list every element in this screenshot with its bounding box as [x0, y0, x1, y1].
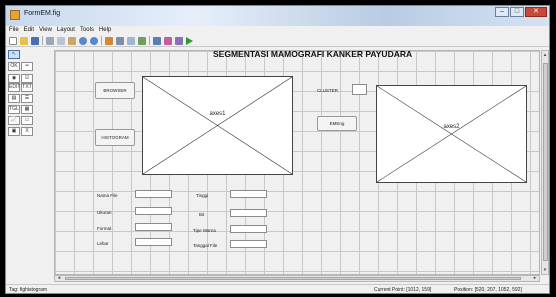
title-bar: FormEM.fig – □ ✕	[6, 6, 549, 26]
toggle-button-icon[interactable]: TGL	[8, 105, 20, 114]
tipe-warna-field[interactable]	[230, 225, 267, 233]
bit-label: Bit	[199, 212, 205, 217]
axes1-label: axes1	[209, 111, 226, 117]
menu-file[interactable]: File	[9, 26, 19, 35]
status-current-point: Current Point: [1012, 159]	[374, 287, 432, 293]
axes1: axes1	[142, 76, 293, 175]
format-field[interactable]	[135, 223, 172, 231]
window-controls: – □ ✕	[495, 7, 547, 17]
close-button[interactable]: ✕	[525, 7, 547, 17]
emeng-button[interactable]: EMEng	[317, 116, 357, 131]
guide-window: FormEM.fig – □ ✕ File Edit View Layout T…	[5, 5, 550, 294]
horizontal-scrollbar[interactable]: ◂ ▸	[54, 275, 540, 282]
open-folder-icon[interactable]	[20, 36, 28, 45]
vertical-scrollbar[interactable]: ▴ ▾	[541, 50, 549, 275]
cluster-input[interactable]	[352, 84, 367, 95]
push-button-icon[interactable]: OK	[8, 62, 20, 71]
cluster-label: CLUSTER	[317, 88, 339, 93]
menu-view[interactable]: View	[39, 26, 52, 35]
ukuran-label: Ukuran	[97, 210, 112, 215]
axes2-placeholder	[377, 86, 526, 182]
mfile-editor-icon[interactable]	[153, 36, 161, 45]
edit-text-icon[interactable]: EDIT	[8, 83, 20, 92]
toolbar-separator	[149, 36, 150, 45]
copy-icon[interactable]	[57, 36, 65, 45]
button-group-icon[interactable]: ▣	[8, 127, 20, 136]
component-palette: ↖ OK ═ ◉ ☑ EDIT TXT ▤ ☰ TGL ▦ 📈 ▭ ▣ X	[8, 50, 35, 280]
cut-icon[interactable]	[46, 36, 54, 45]
page-title: SEGMENTASI MAMOGRAFI KANKER PAYUDARA	[213, 49, 413, 59]
toolbar-separator	[101, 36, 102, 45]
scroll-left-arrow-icon[interactable]: ◂	[55, 276, 63, 281]
table-icon[interactable]: ▦	[21, 105, 33, 114]
tanggal-file-field[interactable]	[230, 240, 267, 248]
toolbar-editor-icon[interactable]	[138, 36, 146, 45]
scroll-up-arrow-icon[interactable]: ▴	[542, 51, 548, 59]
format-label: Format	[97, 226, 112, 231]
static-text-icon[interactable]: TXT	[21, 83, 33, 92]
nama-file-field[interactable]	[135, 190, 172, 198]
maximize-button[interactable]: □	[510, 7, 524, 17]
scroll-right-arrow-icon[interactable]: ▸	[531, 276, 539, 281]
minimize-button[interactable]: –	[495, 7, 509, 17]
property-inspector-icon[interactable]	[164, 36, 172, 45]
axes-icon[interactable]: 📈	[8, 116, 20, 125]
redo-icon[interactable]	[90, 36, 98, 45]
activex-icon[interactable]: X	[21, 127, 33, 136]
status-position: Position: [520, 207, 1052, 592]	[454, 287, 522, 293]
vertical-scroll-thumb[interactable]	[543, 63, 548, 261]
listbox-icon[interactable]: ☰	[21, 94, 33, 103]
checkbox-icon[interactable]: ☑	[21, 74, 33, 83]
lebar-field[interactable]	[135, 238, 172, 246]
align-icon[interactable]	[105, 36, 113, 45]
select-arrow-icon[interactable]: ↖	[8, 50, 20, 59]
status-bar: Tag: fighistogram Current Point: [1012, …	[6, 284, 549, 293]
lebar-label: Lebar	[97, 241, 109, 246]
object-browser-icon[interactable]	[175, 36, 183, 45]
menu-editor-icon[interactable]	[116, 36, 124, 45]
nama-file-label: Nama File	[97, 193, 118, 198]
save-icon[interactable]	[31, 36, 39, 45]
menu-bar: File Edit View Layout Tools Help	[6, 26, 549, 35]
browse-button[interactable]: BROWSER	[95, 82, 135, 99]
menu-edit[interactable]: Edit	[24, 26, 34, 35]
horizontal-scroll-thumb[interactable]	[65, 277, 521, 280]
guide-app-icon	[10, 10, 20, 20]
run-icon[interactable]	[186, 36, 193, 45]
tanggal-file-label: Tanggal File	[193, 243, 218, 248]
axes1-placeholder	[143, 77, 292, 174]
status-tag: Tag: fighistogram	[9, 287, 48, 293]
radio-button-icon[interactable]: ◉	[8, 74, 20, 83]
tinggi-label: Tinggi	[196, 193, 209, 198]
tab-order-icon[interactable]	[127, 36, 135, 45]
new-file-icon[interactable]	[9, 36, 17, 45]
toolbar	[6, 35, 549, 47]
undo-icon[interactable]	[79, 36, 87, 45]
tinggi-field[interactable]	[230, 190, 267, 198]
axes2: axes2	[376, 85, 527, 183]
ukuran-field[interactable]	[135, 207, 172, 215]
paste-icon[interactable]	[68, 36, 76, 45]
menu-layout[interactable]: Layout	[57, 26, 75, 35]
toolbar-separator	[42, 36, 43, 45]
bit-field[interactable]	[230, 209, 267, 217]
histogram-button[interactable]: HISTOGRAM	[95, 129, 135, 146]
popup-menu-icon[interactable]: ▤	[8, 94, 20, 103]
tipe-warna-label: Tipe Warna	[193, 228, 216, 233]
scroll-down-arrow-icon[interactable]: ▾	[542, 266, 548, 274]
menu-help[interactable]: Help	[99, 26, 111, 35]
window-title: FormEM.fig	[24, 10, 61, 17]
axes2-label: axes2	[443, 124, 460, 130]
panel-icon[interactable]: ▭	[21, 116, 33, 125]
menu-tools[interactable]: Tools	[80, 26, 94, 35]
slider-icon[interactable]: ═	[21, 62, 33, 71]
